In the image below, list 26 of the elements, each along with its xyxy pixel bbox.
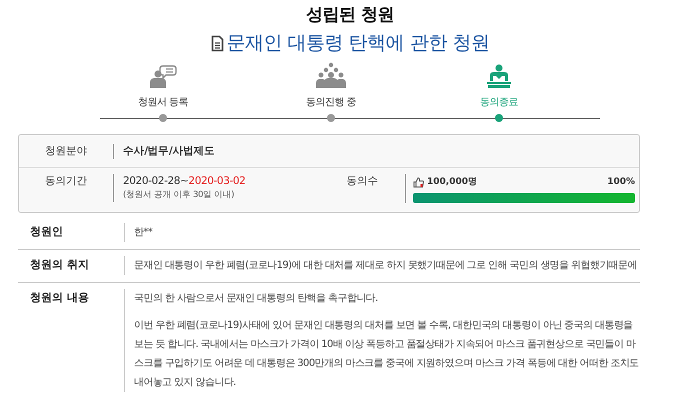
section-label: 청원의 취지 (29, 257, 90, 273)
section-text: 이번 우한 폐렴(코로나19)사태에 있어 문재인 대통령의 대처를 보면 볼 수록, 대한민국의 대통령이 아닌 중국의 대통령을 보는 듯 합니다. 국내에서는 마스크가 가격이 10배 이상 폭등하고 품절상태가 지속되어 마스크 품귀현상으로 국민들이 마스크를 구입하기도 어려운 데 대통령은 300만개의 마스크를 중국에 지원하였으며 마스크 가격 폭등에 대한 어떠한 조치도 내어놓고 있지 않습니다. (134, 319, 640, 390)
page-title: 성립된 청원 (306, 4, 394, 26)
period-note: (청원서 공개 이후 30일 이내) (123, 189, 236, 202)
consent-count: 100,000명 (427, 176, 477, 189)
person-speech-icon (149, 64, 177, 88)
field-label: 동의기간 (44, 174, 88, 189)
section-text: 국민의 한 사람으로서 문재인 대통령의 탄핵을 촉구합니다. (134, 292, 379, 306)
step-label: 청원서 등록 (138, 96, 188, 109)
step-label: 동의진행 중 (306, 96, 356, 109)
section-text: 문재인 대통령이 우한 폐렴(코로나19)에 대한 대처를 제대로 하지 못했기때문에 그로 인해 국민의 생명을 위협했기때문에 (134, 259, 638, 273)
section-label: 청원의 내용 (29, 290, 90, 306)
category-value: 수사/법무/사법제도 (113, 144, 215, 158)
document-icon (210, 34, 224, 52)
section-label: 청원인 (29, 224, 64, 240)
speaker-podium-icon (486, 64, 512, 88)
field-label: 청원분야 (44, 144, 88, 158)
step-label: 동의종료 (480, 96, 518, 109)
period-start: 2020-02-28~ (123, 175, 188, 187)
field-label: 동의수 (345, 174, 379, 189)
consent-percent: 100% (607, 176, 635, 189)
period-end: 2020-03-02 (188, 175, 246, 187)
section-text: 한** (134, 226, 154, 240)
crowd-icon (316, 62, 346, 88)
thumbs-up-icon (413, 176, 424, 188)
petition-title: 문재인 대통령 탄핵에 관한 청원 (226, 31, 490, 56)
